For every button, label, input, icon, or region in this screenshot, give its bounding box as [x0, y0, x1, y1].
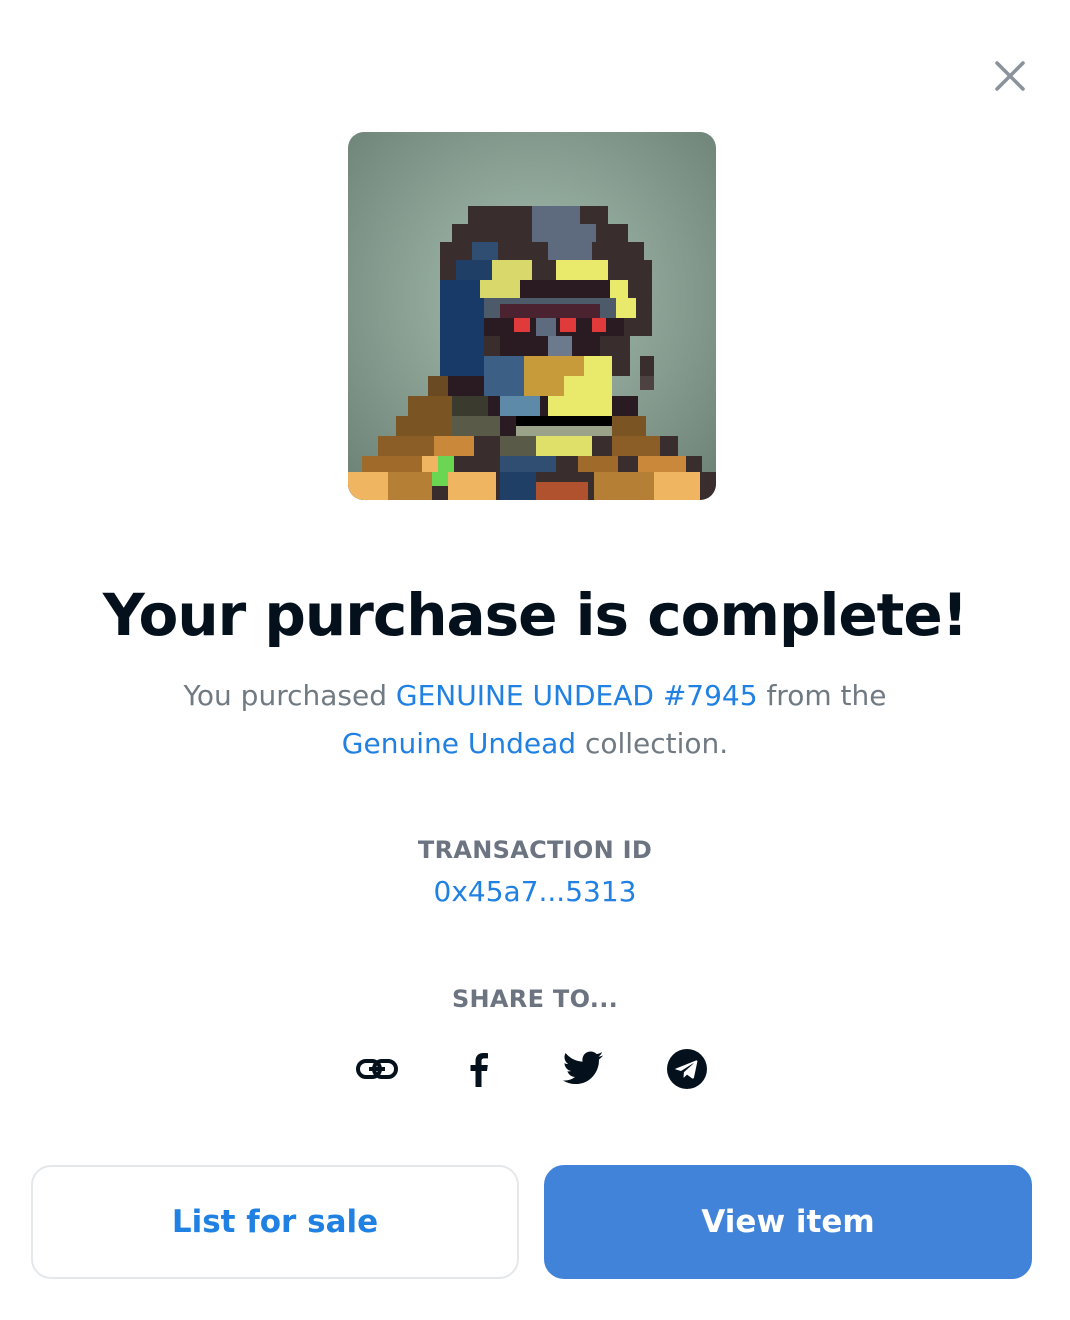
share-label: SHARE TO...: [451, 985, 619, 1013]
close-icon: [995, 61, 1025, 91]
list-for-sale-button[interactable]: List for sale: [31, 1165, 519, 1279]
share-telegram-button[interactable]: [664, 1046, 710, 1092]
link-icon: [356, 1059, 398, 1079]
nft-artwork[interactable]: [348, 132, 716, 500]
view-item-button[interactable]: View item: [544, 1165, 1032, 1279]
collection-link[interactable]: Genuine Undead: [342, 727, 576, 760]
item-link[interactable]: GENUINE UNDEAD #7945: [396, 679, 758, 712]
transaction-id-link[interactable]: 0x45a7...5313: [0, 875, 1070, 908]
pixel-undead-image: [348, 132, 716, 500]
close-button[interactable]: [988, 54, 1032, 98]
purchase-complete-modal: Your purchase is complete! You purchased…: [0, 0, 1070, 1320]
description-middle: from the: [757, 679, 887, 712]
share-twitter-button[interactable]: [560, 1046, 606, 1092]
facebook-icon: [470, 1053, 488, 1087]
share-facebook-button[interactable]: [456, 1046, 502, 1092]
description-prefix: You purchased: [183, 679, 396, 712]
page-title: Your purchase is complete!: [102, 581, 968, 649]
description-suffix: collection.: [576, 727, 729, 760]
twitter-icon: [562, 1051, 604, 1085]
share-buttons: [348, 1046, 716, 1092]
transaction-id-label: TRANSACTION ID: [417, 836, 653, 864]
purchase-description: You purchased GENUINE UNDEAD #7945 from …: [110, 672, 960, 768]
share-link-button[interactable]: [354, 1046, 400, 1092]
telegram-icon: [667, 1049, 707, 1089]
